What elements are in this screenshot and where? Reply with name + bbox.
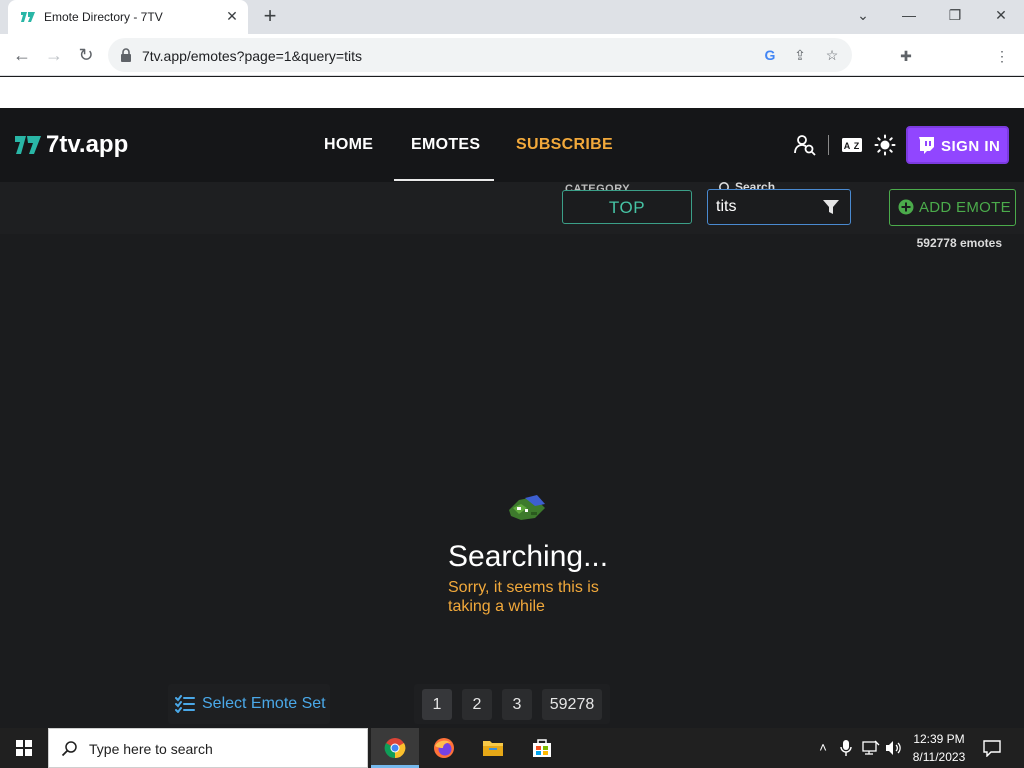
active-nav-indicator — [394, 179, 494, 181]
header-divider — [828, 135, 829, 155]
clock-date[interactable]: 8/11/2023 — [904, 750, 974, 764]
site-header — [0, 108, 1024, 182]
browser-toolbar: ← → ↻ 7tv.app/emotes?page=1&query=tits G… — [0, 34, 1024, 101]
filter-funnel-icon[interactable] — [822, 198, 840, 216]
taskbar-firefox[interactable] — [420, 728, 468, 768]
svg-text:Z: Z — [854, 141, 860, 151]
page-button-1[interactable]: 1 — [422, 689, 452, 720]
taskbar-store[interactable] — [518, 728, 566, 768]
page-button-3[interactable]: 3 — [502, 689, 532, 720]
sign-in-label: SIGN IN — [941, 138, 1001, 155]
tray-chevron-up-icon[interactable]: ˄ — [815, 740, 831, 756]
plus-circle-icon — [898, 199, 914, 215]
clock-time[interactable]: 12:39 PM — [904, 732, 974, 746]
nav-emotes[interactable]: EMOTES — [411, 136, 480, 154]
checklist-icon — [175, 695, 195, 713]
page-button-last[interactable]: 59278 — [542, 689, 602, 720]
theme-sun-icon[interactable] — [874, 134, 896, 156]
7tv-logo-icon[interactable] — [14, 134, 42, 156]
microphone-icon[interactable] — [840, 739, 852, 757]
taskbar-file-explorer[interactable] — [469, 728, 517, 768]
tab-search-chevron-icon[interactable]: ⌄ — [848, 4, 878, 28]
reload-button[interactable]: ↻ — [74, 43, 98, 67]
search-input-value[interactable]: tits — [716, 198, 736, 216]
status-subtitle: Sorry, it seems this is taking a while — [448, 579, 599, 615]
new-tab-button[interactable]: + — [258, 5, 282, 29]
add-emote-button[interactable]: ADD EMOTE — [889, 189, 1016, 226]
forward-button[interactable]: → — [42, 43, 66, 67]
loading-emote-image — [509, 495, 545, 520]
select-emote-set-button[interactable]: Select Emote Set — [168, 684, 330, 724]
user-search-icon[interactable] — [794, 134, 816, 156]
taskbar-search-placeholder: Type here to search — [89, 741, 213, 757]
page-button-2[interactable]: 2 — [462, 689, 492, 720]
7tv-favicon-icon — [21, 12, 35, 22]
notifications-icon[interactable] — [983, 739, 1001, 757]
emote-count: 592778 emotes — [916, 236, 1002, 250]
search-icon — [61, 741, 77, 757]
select-emote-set-label: Select Emote Set — [202, 695, 326, 712]
share-icon[interactable]: ⇪ — [792, 47, 808, 63]
network-icon[interactable] — [862, 740, 880, 756]
volume-icon[interactable] — [885, 740, 903, 756]
twitch-icon — [919, 137, 934, 154]
url-text: 7tv.app/emotes?page=1&query=tits — [142, 48, 363, 64]
language-icon[interactable]: A Z — [841, 134, 863, 156]
browser-menu-icon[interactable]: ⋮ — [993, 47, 1011, 65]
minimize-button[interactable]: — — [894, 4, 924, 28]
microsoft-store-icon — [533, 739, 551, 757]
sign-in-button[interactable]: SIGN IN — [906, 126, 1009, 164]
category-value[interactable]: TOP — [562, 198, 692, 218]
filter-bar — [0, 182, 1024, 234]
windows-start-icon[interactable] — [0, 728, 48, 768]
site-logo-text[interactable]: 7tv.app — [46, 131, 128, 159]
chrome-icon — [384, 738, 406, 759]
google-lens-icon[interactable]: G — [762, 47, 778, 63]
lock-icon — [121, 48, 131, 62]
svg-text:A: A — [844, 141, 851, 151]
tab-title: Emote Directory - 7TV — [44, 10, 163, 24]
nav-subscribe[interactable]: SUBSCRIBE — [516, 136, 613, 154]
nav-home[interactable]: HOME — [324, 136, 373, 154]
status-title: Searching... — [448, 540, 609, 573]
taskbar-chrome[interactable] — [371, 728, 419, 768]
firefox-icon — [434, 738, 454, 758]
page-top-strip — [0, 77, 1024, 108]
browser-tab[interactable]: Emote Directory - 7TV ✕ — [8, 0, 248, 34]
folder-icon — [483, 741, 503, 756]
browser-tabstrip: Emote Directory - 7TV ✕ + ⌄ — ❐ ✕ — [0, 0, 1024, 34]
taskbar-search-box[interactable]: Type here to search — [48, 728, 368, 768]
restore-button[interactable]: ❐ — [940, 4, 970, 28]
back-button[interactable]: ← — [10, 43, 34, 67]
address-bar[interactable]: 7tv.app/emotes?page=1&query=tits G ⇪ ☆ — [108, 38, 852, 72]
extensions-puzzle-icon[interactable]: ✚ — [897, 47, 915, 65]
bookmark-star-icon[interactable]: ☆ — [824, 47, 840, 63]
tab-close-icon[interactable]: ✕ — [224, 8, 240, 24]
close-window-button[interactable]: ✕ — [986, 4, 1016, 28]
add-emote-label: ADD EMOTE — [919, 199, 1011, 216]
